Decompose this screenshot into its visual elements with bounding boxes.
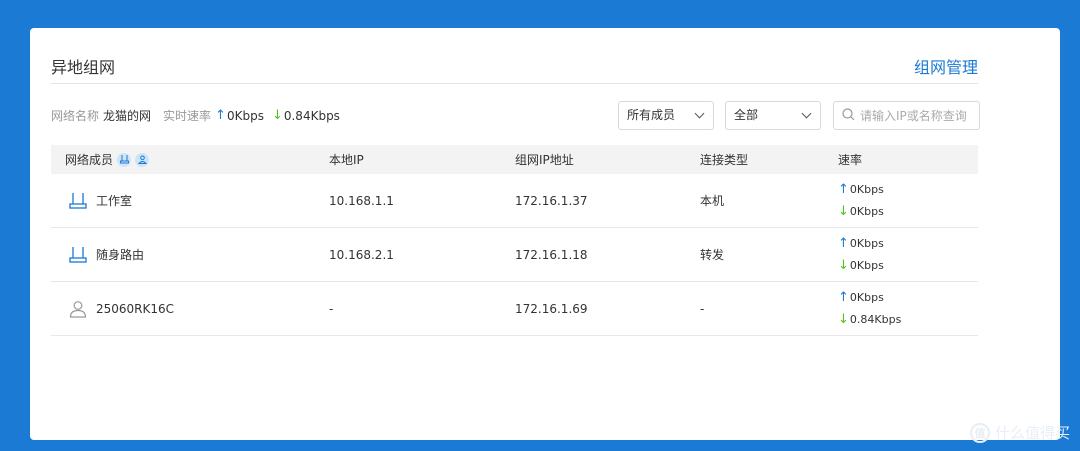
realtime-speed-label: 实时速率 [163, 109, 212, 123]
network-info-bar: 网络名称 龙猫的网 实时速率 ↑ 0Kbps ↓ 0.84Kbps [51, 107, 348, 124]
member-cell: 随身路由 [51, 246, 329, 264]
net-ip: 172.16.1.37 [515, 193, 588, 208]
chevron-down-icon [694, 108, 705, 119]
router-icon [69, 246, 87, 264]
member-name: 随身路由 [96, 248, 145, 262]
arrow-down-icon: ↓ [271, 108, 283, 123]
total-down-speed: ↓ 0.84Kbps [272, 108, 340, 123]
down-speed: 0Kbps [849, 205, 884, 218]
arrow-up-icon: ↑ [838, 236, 849, 251]
up-speed: 0Kbps [849, 183, 884, 196]
user-icon [69, 300, 87, 318]
arrow-up-icon: ↑ [838, 290, 849, 305]
arrow-down-icon: ↓ [838, 204, 849, 219]
type-filter-select[interactable]: 全部 [725, 101, 821, 130]
arrow-down-icon: ↓ [838, 258, 849, 273]
conn-type: 本机 [700, 194, 725, 208]
arrow-up-icon: ↑ [838, 182, 849, 197]
up-speed: 0Kbps [849, 291, 884, 304]
table-row[interactable]: 随身路由 10.168.2.1 172.16.1.18 转发 ↑ 0Kbps ↓ 0… [51, 228, 978, 282]
table-row[interactable]: 工作室 10.168.1.1 172.16.1.37 本机 ↑ 0Kbps ↓ 0K… [51, 174, 978, 228]
member-cell: 工作室 [51, 192, 329, 210]
speed-cell: ↑ 0Kbps ↓ 0Kbps [838, 236, 978, 273]
chevron-down-icon [801, 108, 812, 119]
total-down-speed-value: 0.84Kbps [283, 108, 340, 123]
table-row[interactable]: 25060RK16C - 172.16.1.69 - ↑ 0Kbps ↓ 0.84K… [51, 282, 978, 336]
network-manage-link[interactable]: 组网管理 [914, 54, 978, 78]
watermark: 值 什么值得买 [969, 422, 1070, 443]
col-header-net-ip: 组网IP地址 [515, 153, 574, 167]
total-up-speed-value: 0Kbps [226, 108, 264, 123]
up-speed: 0Kbps [849, 237, 884, 250]
table-header: 网络成员 本地IP 组网IP地址 连接类型 速率 [51, 145, 978, 174]
search-input[interactable] [860, 108, 978, 123]
conn-type: - [700, 301, 705, 316]
conn-type: 转发 [700, 248, 725, 262]
speed-cell: ↑ 0Kbps ↓ 0.84Kbps [838, 290, 978, 327]
members-table: 网络成员 本地IP 组网IP地址 连接类型 速率 工作室 10.168.1.1 … [51, 145, 978, 336]
network-name-value: 龙猫的网 [103, 109, 152, 123]
network-name-label: 网络名称 [51, 109, 100, 123]
section-header: 异地组网 组网管理 [51, 54, 978, 84]
down-speed: 0.84Kbps [849, 313, 902, 326]
arrow-down-icon: ↓ [838, 312, 849, 327]
member-name: 工作室 [96, 194, 133, 208]
col-header-member: 网络成员 [51, 151, 329, 168]
col-header-speed: 速率 [838, 153, 863, 167]
page-title: 异地组网 [51, 58, 116, 77]
search-icon [842, 106, 855, 125]
local-ip: - [329, 301, 334, 316]
user-filter-icon[interactable] [135, 152, 150, 167]
down-speed: 0Kbps [849, 259, 884, 272]
col-header-member-label: 网络成员 [65, 153, 114, 167]
arrow-up-icon: ↑ [215, 108, 226, 123]
member-filter-value: 所有成员 [627, 108, 676, 122]
type-filter-value: 全部 [734, 108, 759, 122]
total-up-speed: ↑ 0Kbps [215, 108, 264, 123]
net-ip: 172.16.1.18 [515, 247, 588, 262]
search-box[interactable] [833, 101, 980, 130]
local-ip: 10.168.2.1 [329, 247, 394, 262]
member-name: 25060RK16C [96, 301, 175, 316]
router-filter-icon[interactable] [117, 152, 132, 167]
member-cell: 25060RK16C [51, 300, 329, 318]
col-header-conn-type: 连接类型 [700, 153, 749, 167]
router-icon [69, 192, 87, 210]
watermark-logo: 值 [969, 422, 990, 443]
speed-cell: ↑ 0Kbps ↓ 0Kbps [838, 182, 978, 219]
member-filter-select[interactable]: 所有成员 [618, 101, 714, 130]
watermark-text: 什么值得买 [994, 424, 1070, 442]
net-ip: 172.16.1.69 [515, 301, 588, 316]
col-header-local-ip: 本地IP [329, 153, 364, 167]
local-ip: 10.168.1.1 [329, 193, 394, 208]
